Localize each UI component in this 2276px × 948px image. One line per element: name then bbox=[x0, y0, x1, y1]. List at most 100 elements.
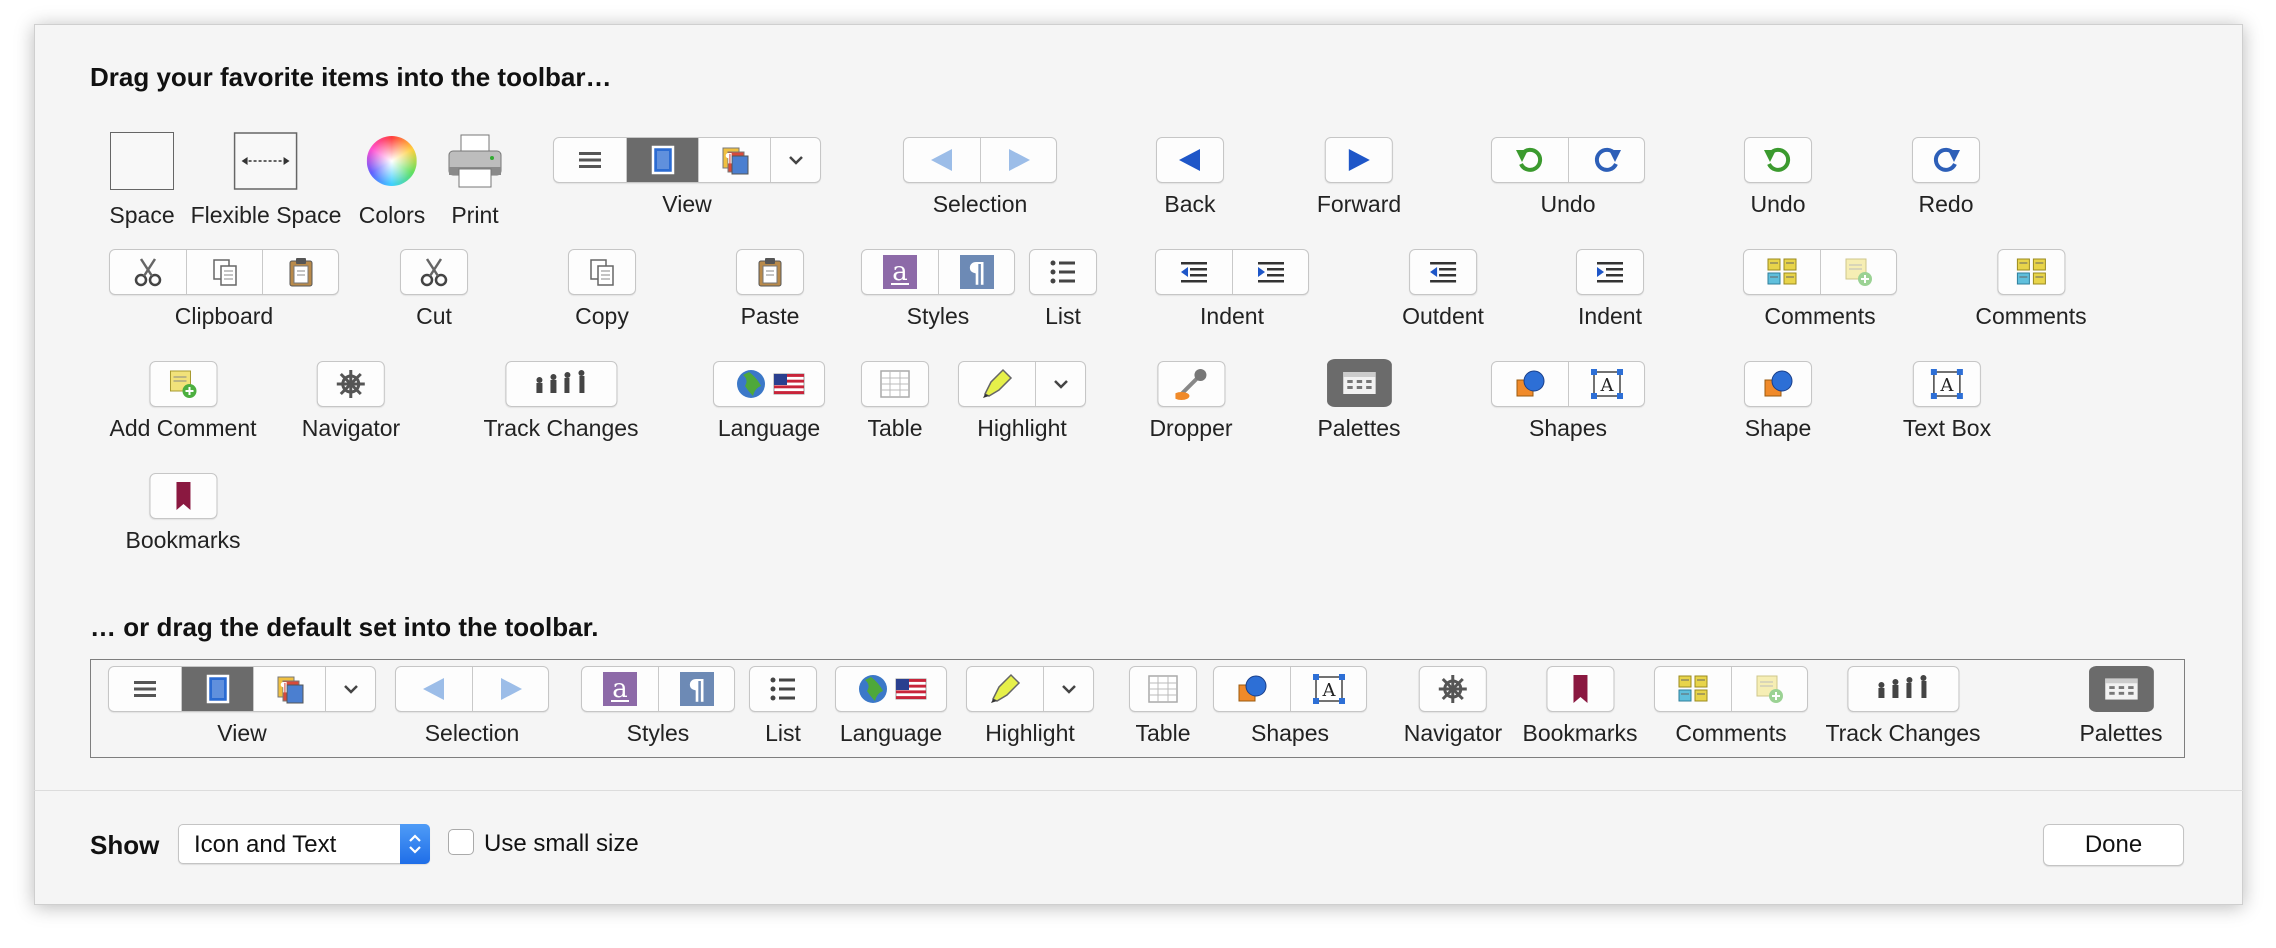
paste-button[interactable] bbox=[736, 249, 804, 295]
outdent-icon[interactable] bbox=[1156, 250, 1232, 294]
toolbar-item-indent-group[interactable]: Indent bbox=[1155, 249, 1309, 330]
comments-segmented-control[interactable] bbox=[1743, 249, 1897, 295]
default-item-palettes[interactable]: Palettes bbox=[2079, 666, 2163, 747]
toolbar-item-indent[interactable]: Indent bbox=[1576, 249, 1644, 330]
highlight-segmented-control[interactable] bbox=[958, 361, 1086, 407]
toolbar-item-clipboard[interactable]: Clipboard bbox=[109, 249, 339, 330]
chevron-down-icon[interactable] bbox=[1035, 362, 1085, 406]
outdent-button[interactable] bbox=[1409, 249, 1477, 295]
toolbar-item-comments[interactable]: Comments bbox=[1975, 249, 2087, 330]
toolbar-item-undo[interactable]: Undo bbox=[1744, 137, 1812, 218]
list-view-icon[interactable] bbox=[109, 667, 181, 711]
highlight-segmented-control[interactable] bbox=[966, 666, 1094, 712]
track-changes-button[interactable] bbox=[504, 361, 617, 407]
add-comment-button[interactable] bbox=[148, 361, 217, 407]
toolbar-item-dropper[interactable]: Dropper bbox=[1149, 361, 1233, 442]
navigator-button[interactable] bbox=[1419, 666, 1487, 712]
undo-button[interactable] bbox=[1744, 137, 1812, 183]
chevron-down-icon[interactable] bbox=[325, 667, 375, 711]
redo-icon[interactable] bbox=[1568, 138, 1644, 182]
styles-segmented-control[interactable] bbox=[861, 249, 1015, 295]
default-item-shapes[interactable]: Shapes bbox=[1213, 666, 1367, 747]
page-view-icon[interactable] bbox=[626, 138, 698, 182]
toolbar-item-bookmarks[interactable]: Bookmarks bbox=[125, 473, 241, 554]
toolbar-item-back[interactable]: Back bbox=[1156, 137, 1224, 218]
character-style-icon[interactable] bbox=[862, 250, 938, 294]
toolbar-item-list[interactable]: List bbox=[1029, 249, 1097, 330]
redo-button[interactable] bbox=[1912, 137, 1980, 183]
paragraph-style-icon[interactable] bbox=[938, 250, 1014, 294]
undo-redo-segmented-control[interactable] bbox=[1491, 137, 1645, 183]
comments-icon[interactable] bbox=[1744, 250, 1820, 294]
add-comment-icon[interactable] bbox=[1731, 667, 1807, 711]
copy-icon[interactable] bbox=[186, 250, 262, 294]
table-button[interactable] bbox=[861, 361, 929, 407]
bookmarks-button[interactable] bbox=[148, 473, 217, 519]
default-item-comments[interactable]: Comments bbox=[1654, 666, 1808, 747]
toolbar-item-undo-redo[interactable]: Undo bbox=[1491, 137, 1645, 218]
toolbar-item-print[interactable]: Print bbox=[442, 128, 508, 229]
select-next-icon[interactable] bbox=[472, 667, 548, 711]
indent-button[interactable] bbox=[1576, 249, 1644, 295]
table-button[interactable] bbox=[1129, 666, 1197, 712]
view-segmented-control[interactable] bbox=[553, 137, 821, 183]
default-item-navigator[interactable]: Navigator bbox=[1404, 666, 1502, 747]
text-box-button[interactable] bbox=[1913, 361, 1981, 407]
toolbar-item-flexible-space[interactable]: Flexible Space bbox=[191, 128, 341, 229]
default-item-language[interactable]: Language bbox=[835, 666, 947, 747]
toolbar-item-track-changes[interactable]: Track Changes bbox=[483, 361, 639, 442]
toolbar-item-highlight[interactable]: Highlight bbox=[958, 361, 1086, 442]
highlighter-icon[interactable] bbox=[967, 667, 1043, 711]
toolbar-item-navigator[interactable]: Navigator bbox=[302, 361, 400, 442]
default-item-track-changes[interactable]: Track Changes bbox=[1825, 666, 1981, 747]
default-item-list[interactable]: List bbox=[749, 666, 817, 747]
toolbar-item-cut[interactable]: Cut bbox=[400, 249, 468, 330]
default-item-view[interactable]: View bbox=[108, 666, 376, 747]
shapes-segmented-control[interactable] bbox=[1491, 361, 1645, 407]
default-item-table[interactable]: Table bbox=[1129, 666, 1197, 747]
select-previous-icon[interactable] bbox=[904, 138, 980, 182]
toolbar-item-add-comment[interactable]: Add Comment bbox=[109, 361, 257, 442]
highlighter-icon[interactable] bbox=[959, 362, 1035, 406]
paragraph-style-icon[interactable] bbox=[658, 667, 734, 711]
selection-segmented-control[interactable] bbox=[903, 137, 1057, 183]
shapes-segmented-control[interactable] bbox=[1213, 666, 1367, 712]
back-button[interactable] bbox=[1156, 137, 1224, 183]
toolbar-item-table[interactable]: Table bbox=[861, 361, 929, 442]
comments-button[interactable] bbox=[1996, 249, 2065, 295]
toolbar-item-palettes[interactable]: Palettes bbox=[1317, 359, 1401, 442]
comments-segmented-control[interactable] bbox=[1654, 666, 1808, 712]
default-item-selection[interactable]: Selection bbox=[395, 666, 549, 747]
navigator-button[interactable] bbox=[317, 361, 385, 407]
chevron-down-icon[interactable] bbox=[1043, 667, 1093, 711]
toolbar-item-shapes[interactable]: Shapes bbox=[1491, 361, 1645, 442]
shape-button[interactable] bbox=[1744, 361, 1812, 407]
toolbar-item-redo[interactable]: Redo bbox=[1912, 137, 1980, 218]
shape-icon[interactable] bbox=[1492, 362, 1568, 406]
clipboard-segmented-control[interactable] bbox=[109, 249, 339, 295]
page-view-icon[interactable] bbox=[181, 667, 253, 711]
default-item-highlight[interactable]: Highlight bbox=[966, 666, 1094, 747]
paste-icon[interactable] bbox=[262, 250, 338, 294]
character-style-icon[interactable] bbox=[582, 667, 658, 711]
text-box-icon[interactable] bbox=[1290, 667, 1366, 711]
list-view-icon[interactable] bbox=[554, 138, 626, 182]
multi-page-view-icon[interactable] bbox=[698, 138, 770, 182]
forward-button[interactable] bbox=[1324, 137, 1393, 183]
toolbar-item-paste[interactable]: Paste bbox=[736, 249, 804, 330]
chevron-down-icon[interactable] bbox=[770, 138, 820, 182]
comments-icon[interactable] bbox=[1655, 667, 1731, 711]
list-button[interactable] bbox=[749, 666, 817, 712]
indent-icon[interactable] bbox=[1232, 250, 1308, 294]
dropper-button[interactable] bbox=[1156, 361, 1225, 407]
select-next-icon[interactable] bbox=[980, 138, 1056, 182]
show-mode-select[interactable]: Icon and Text bbox=[178, 824, 430, 864]
toolbar-item-space[interactable]: Space bbox=[109, 128, 175, 229]
cut-icon[interactable] bbox=[110, 250, 186, 294]
text-box-icon[interactable] bbox=[1568, 362, 1644, 406]
use-small-size-checkbox[interactable] bbox=[448, 829, 474, 855]
default-item-styles[interactable]: Styles bbox=[581, 666, 735, 747]
toolbar-item-colors[interactable]: Colors bbox=[359, 128, 425, 229]
indent-segmented-control[interactable] bbox=[1155, 249, 1309, 295]
toolbar-item-text-box[interactable]: Text Box bbox=[1903, 361, 1991, 442]
